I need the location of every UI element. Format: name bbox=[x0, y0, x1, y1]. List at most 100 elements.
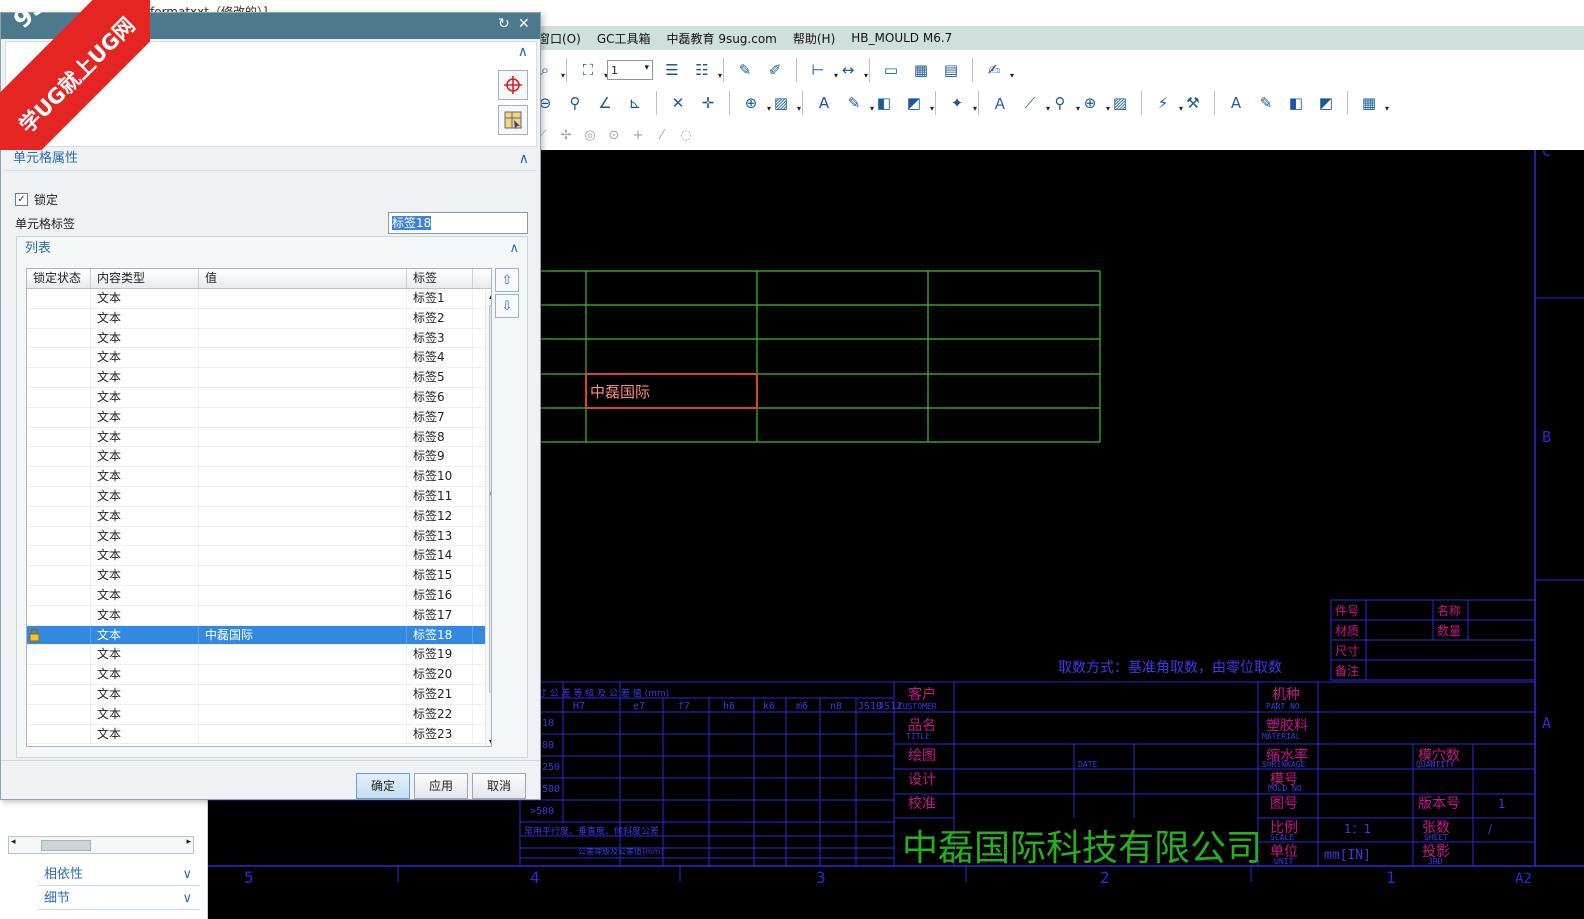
snap-cross-icon[interactable]: ✢ bbox=[557, 126, 575, 144]
cell-label[interactable]: 标签23 bbox=[407, 724, 473, 744]
angle-icon[interactable]: ∠ bbox=[593, 91, 617, 115]
hammer-icon[interactable]: ⚒ bbox=[1181, 91, 1205, 115]
cell-content-type[interactable]: 文本 bbox=[91, 387, 199, 407]
cell-value[interactable] bbox=[199, 407, 407, 427]
cell-content-type[interactable]: 文本 bbox=[91, 308, 199, 328]
scroll-down-icon[interactable]: ▼ bbox=[489, 738, 491, 746]
cell-label[interactable]: 标签9 bbox=[407, 447, 473, 467]
move-up-button[interactable]: ⇧ bbox=[495, 268, 519, 292]
cell-lock-state[interactable] bbox=[27, 447, 91, 467]
cell-lock-state[interactable] bbox=[27, 368, 91, 387]
cell-label[interactable]: 标签7 bbox=[407, 407, 473, 427]
cell-value[interactable]: 中磊国际 bbox=[199, 625, 407, 645]
list-section-header[interactable]: 列表 ∧ bbox=[17, 237, 527, 261]
table-row[interactable]: 文本 标签15 bbox=[27, 566, 491, 586]
table-row[interactable]: 文本 标签3 bbox=[27, 328, 491, 349]
cell-label[interactable]: 标签3 bbox=[407, 328, 473, 348]
table-row[interactable]: 文本 标签7 bbox=[27, 407, 491, 428]
cell-content-type[interactable]: 文本 bbox=[91, 506, 199, 526]
box-yellow-icon[interactable]: ◩ bbox=[1314, 91, 1338, 115]
scale-select[interactable]: 1 bbox=[607, 60, 653, 80]
cell-content-type[interactable]: 文本 bbox=[91, 447, 199, 467]
chevron-up-icon[interactable]: ∧ bbox=[509, 237, 519, 261]
cell-lock-state[interactable] bbox=[27, 467, 91, 486]
cell-label[interactable]: 标签15 bbox=[407, 566, 473, 585]
cell-label[interactable]: 标签13 bbox=[407, 526, 473, 546]
cell-value[interactable] bbox=[199, 368, 407, 387]
cell-content-type[interactable]: 文本 bbox=[91, 585, 199, 605]
cell-value[interactable] bbox=[199, 724, 407, 744]
cell-label[interactable]: 标签2 bbox=[407, 308, 473, 328]
layer-icon[interactable]: ☰ bbox=[660, 58, 684, 82]
table-row[interactable]: 文本 标签5 bbox=[27, 368, 491, 388]
cell-lock-state[interactable] bbox=[27, 407, 91, 427]
chevron-up-icon[interactable]: ∧ bbox=[518, 44, 528, 60]
cell-content-type[interactable]: 文本 bbox=[91, 625, 199, 645]
table-vscroll[interactable]: ▲ ≡ ▼ bbox=[485, 291, 491, 746]
text-style-icon[interactable]: A bbox=[812, 91, 836, 115]
cell-label[interactable]: 标签18 bbox=[407, 625, 473, 645]
cell-value[interactable] bbox=[199, 387, 407, 407]
cell-label[interactable]: 标签20 bbox=[407, 665, 473, 684]
text-edit-icon[interactable]: ✎ bbox=[842, 91, 874, 115]
cell-lock-state[interactable] bbox=[27, 625, 91, 645]
section-details[interactable]: 细节 ∨ bbox=[38, 888, 200, 910]
cell-label[interactable]: 标签19 bbox=[407, 645, 473, 665]
cancel-button[interactable]: 取消 bbox=[472, 773, 526, 799]
cell-value[interactable] bbox=[199, 684, 407, 704]
navigator-hscroll[interactable]: ◂ ▸ bbox=[8, 836, 194, 854]
sheet-icon[interactable]: ▭ bbox=[879, 58, 903, 82]
cell-lock-state[interactable] bbox=[27, 427, 91, 447]
cell-label[interactable]: 标签17 bbox=[407, 605, 473, 625]
cell-lock-state[interactable] bbox=[27, 308, 91, 328]
text-format-icon[interactable]: A bbox=[1224, 91, 1248, 115]
cell-label[interactable]: 标签1 bbox=[407, 289, 473, 308]
column-header-value[interactable]: 值 bbox=[199, 269, 407, 288]
fit-view-icon[interactable]: ⛶ bbox=[576, 58, 608, 82]
table-row[interactable]: 文本 标签22 bbox=[27, 704, 491, 725]
cell-content-type[interactable]: 文本 bbox=[91, 289, 199, 308]
scroll-up-icon[interactable]: ▲ bbox=[489, 291, 491, 300]
column-header-type[interactable]: 内容类型 bbox=[91, 269, 199, 288]
cell-content-type[interactable]: 文本 bbox=[91, 566, 199, 585]
menu-hb-mould[interactable]: HB_MOULD M6.7 bbox=[843, 31, 960, 45]
cell-value[interactable] bbox=[199, 467, 407, 486]
cell-value[interactable] bbox=[199, 447, 407, 467]
table-row[interactable]: 文本 标签1 bbox=[27, 289, 491, 309]
cell-lock-state[interactable] bbox=[27, 724, 91, 744]
snap-plus-icon[interactable]: + bbox=[629, 126, 647, 144]
table-row[interactable]: 文本 标签6 bbox=[27, 387, 491, 408]
intersect-icon[interactable]: ✛ bbox=[696, 91, 720, 115]
apply-button[interactable]: 应用 bbox=[414, 773, 468, 799]
cell-label-input[interactable]: 标签18 bbox=[388, 212, 528, 234]
render-icon[interactable]: ✎ bbox=[733, 58, 757, 82]
table-row[interactable]: 文本 标签9 bbox=[27, 447, 491, 468]
block-icon[interactable]: ◧ bbox=[872, 91, 896, 115]
text-brush-icon[interactable]: ✎ bbox=[1254, 91, 1278, 115]
table-row[interactable]: 文本 中磊国际 标签18 bbox=[27, 625, 491, 646]
cell-value[interactable] bbox=[199, 585, 407, 605]
cell-content-type[interactable]: 文本 bbox=[91, 328, 199, 348]
edit-icon[interactable]: ✍ bbox=[982, 58, 1014, 82]
cross-icon[interactable]: ✕ bbox=[666, 91, 690, 115]
cell-content-type[interactable]: 文本 bbox=[91, 645, 199, 665]
note-icon[interactable]: Ａ bbox=[988, 91, 1012, 115]
reset-icon[interactable]: ↻ bbox=[498, 16, 510, 32]
cell-value[interactable] bbox=[199, 328, 407, 348]
sheet-grid-icon[interactable]: ▦ bbox=[909, 58, 933, 82]
cell-value[interactable] bbox=[199, 427, 407, 447]
table-row[interactable]: 文本 标签23 bbox=[27, 724, 491, 745]
cell-lock-state[interactable] bbox=[27, 704, 91, 724]
chevron-down-icon[interactable]: ∨ bbox=[182, 888, 192, 910]
table-row[interactable]: 文本 标签8 bbox=[27, 427, 491, 448]
cell-content-type[interactable]: 文本 bbox=[91, 368, 199, 387]
ok-button[interactable]: 确定 bbox=[356, 773, 410, 799]
cell-value[interactable] bbox=[199, 308, 407, 328]
cell-value[interactable] bbox=[199, 546, 407, 566]
leader-icon[interactable]: ⟋ bbox=[1018, 91, 1050, 115]
table-row[interactable]: 文本 标签21 bbox=[27, 684, 491, 705]
table-row[interactable]: 文本 标签19 bbox=[27, 645, 491, 666]
cell-value[interactable] bbox=[199, 348, 407, 368]
cell-label[interactable]: 标签5 bbox=[407, 368, 473, 387]
cell-value[interactable] bbox=[199, 605, 407, 625]
